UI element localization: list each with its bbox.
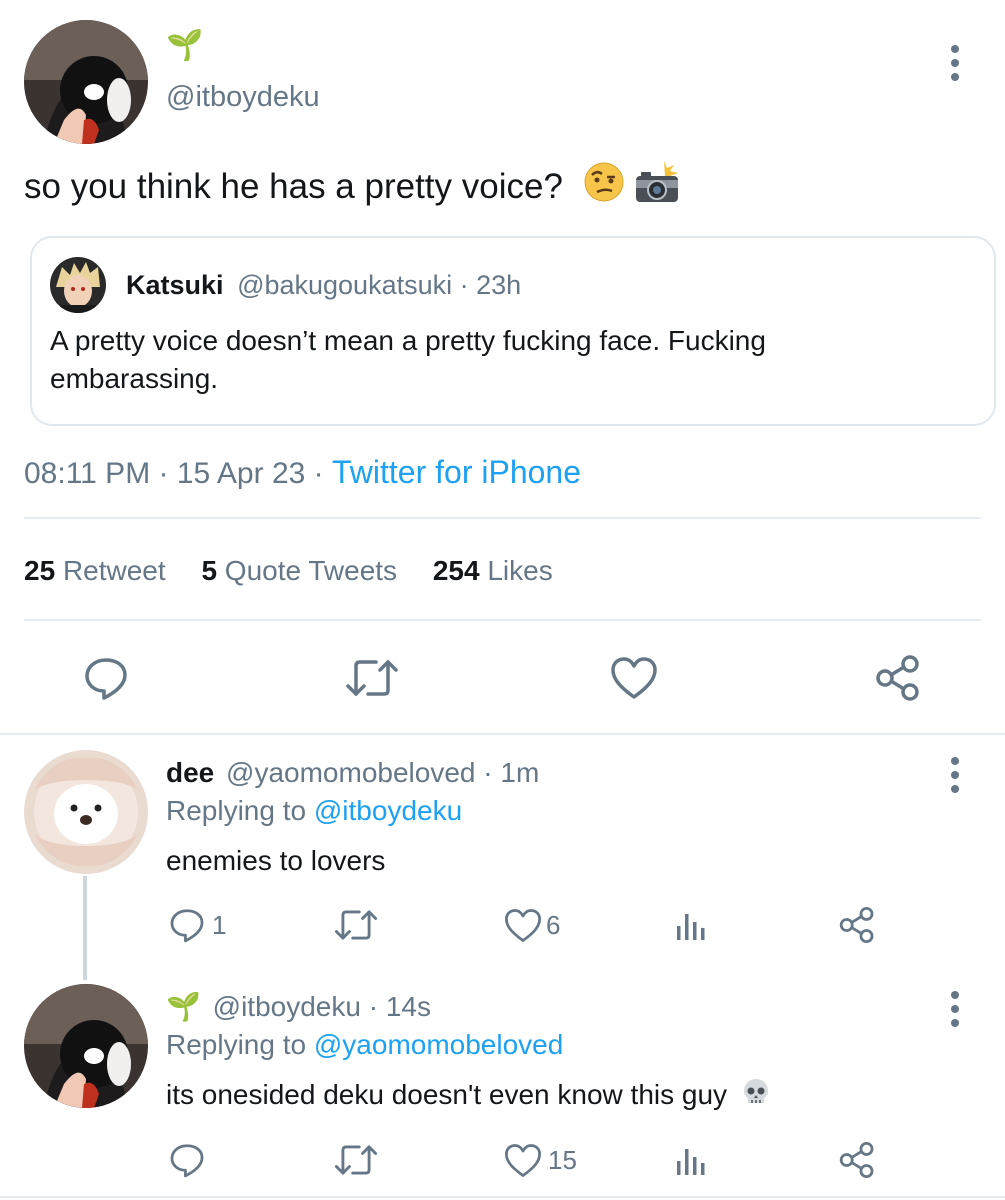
analytics-icon[interactable] — [674, 1145, 708, 1177]
more-options-icon[interactable] — [948, 991, 962, 1027]
like-count: 6 — [546, 910, 561, 940]
camera-with-flash-icon — [634, 160, 680, 217]
raised-eyebrow-face-icon — [583, 161, 625, 216]
reply-icon[interactable] — [168, 906, 206, 944]
replying-to-label: Replying to — [166, 1029, 307, 1060]
separator-dot: · — [459, 270, 469, 300]
reply-author-handle[interactable]: @itboydeku — [213, 991, 361, 1022]
likes-stat[interactable]: 254 Likes — [433, 555, 553, 586]
replying-to-label: Replying to — [166, 795, 307, 826]
quoted-text: A pretty voice doesn’t mean a pretty fuc… — [50, 325, 766, 394]
reply-time[interactable]: 1m — [500, 757, 539, 788]
quoted-header: Katsuki @bakugoukatsuki · 23h — [126, 268, 521, 302]
more-options-icon[interactable] — [948, 45, 962, 81]
replying-to-link[interactable]: @itboydeku — [314, 795, 462, 826]
reply-text: its onesided deku doesn't even know this… — [166, 1079, 728, 1110]
tweet-date: 15 Apr 23 — [176, 457, 306, 490]
like-icon[interactable] — [504, 908, 542, 943]
separator-dot: · — [313, 457, 324, 490]
replying-to-link[interactable]: @yaomomobeloved — [314, 1029, 563, 1060]
share-icon[interactable] — [838, 906, 876, 944]
reply-icon[interactable] — [168, 1141, 206, 1179]
like-count: 15 — [548, 1145, 577, 1175]
reply-header: 🌱 @itboydeku · 14s — [166, 990, 431, 1024]
share-icon[interactable] — [874, 654, 922, 702]
reply-header: dee @yaomomobeloved · 1m — [166, 756, 539, 790]
reply-text-line: its onesided deku doesn't even know this… — [166, 1077, 771, 1116]
retweet-icon[interactable] — [333, 907, 379, 943]
separator-dot: · — [158, 457, 169, 490]
retweets-stat[interactable]: 25 Retweet — [24, 555, 173, 586]
author-avatar[interactable] — [24, 20, 148, 144]
tweet-text: so you think he has a pretty voice? — [24, 166, 563, 206]
reply-icon[interactable] — [82, 654, 130, 702]
tweet-meta: 08:11 PM · 15 Apr 23 · Twitter for iPhon… — [24, 452, 581, 494]
retweet-icon[interactable] — [333, 1142, 379, 1178]
like-icon[interactable] — [504, 1143, 542, 1178]
separator-dot: · — [368, 991, 379, 1022]
skull-icon — [741, 1077, 771, 1116]
reply-text: enemies to lovers — [166, 845, 386, 876]
quoted-author-handle[interactable]: @bakugoukatsuki — [237, 270, 452, 300]
divider — [0, 733, 1005, 735]
reply-author-name[interactable]: dee — [166, 757, 214, 788]
replying-to-line: Replying to @yaomomobeloved — [166, 1028, 563, 1062]
thread-line — [83, 876, 87, 980]
author-display-name[interactable]: 🌱 — [166, 28, 203, 64]
divider — [24, 517, 981, 519]
tweet-stats: 25 Retweet 5 Quote Tweets 254 Likes — [24, 553, 553, 589]
author-handle[interactable]: @itboydeku — [166, 80, 320, 114]
retweet-icon[interactable] — [344, 656, 400, 700]
quoted-time[interactable]: 23h — [476, 270, 521, 300]
quoted-author-name[interactable]: Katsuki — [126, 270, 224, 300]
divider — [0, 1196, 1005, 1198]
quote-tweets-stat[interactable]: 5 Quote Tweets — [201, 555, 404, 586]
reply-author-name[interactable]: 🌱 — [166, 991, 201, 1022]
tweet-time: 08:11 PM — [24, 457, 151, 490]
reply-time[interactable]: 14s — [386, 991, 431, 1022]
share-icon[interactable] — [838, 1141, 876, 1179]
like-icon[interactable] — [610, 656, 658, 700]
divider — [24, 619, 981, 621]
analytics-icon[interactable] — [674, 910, 708, 942]
separator-dot: · — [483, 757, 493, 788]
reply-author-handle[interactable]: @yaomomobeloved — [226, 757, 475, 788]
reply-avatar[interactable] — [24, 750, 148, 874]
tweet-source-link[interactable]: Twitter for iPhone — [332, 454, 581, 490]
tweet-text-line: so you think he has a pretty voice? — [24, 160, 680, 217]
reply-avatar[interactable] — [24, 984, 148, 1108]
replying-to-line: Replying to @itboydeku — [166, 794, 462, 828]
more-options-icon[interactable] — [948, 757, 962, 793]
reply-count: 1 — [212, 910, 227, 940]
quoted-author-avatar[interactable] — [50, 257, 106, 313]
